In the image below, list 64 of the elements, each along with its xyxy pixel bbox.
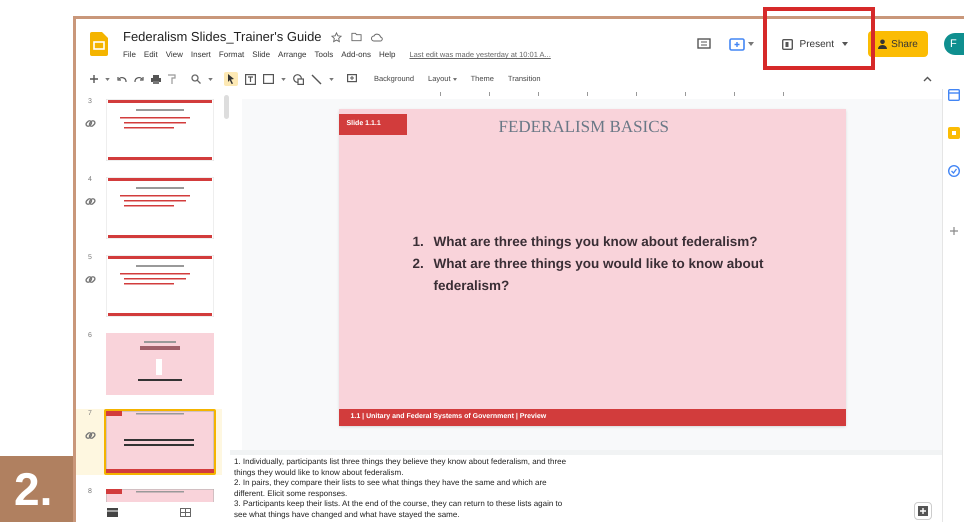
line-icon[interactable]	[311, 74, 322, 84]
list-number: 1.	[412, 233, 425, 252]
question-text: What are three things you would like to know about federalism?	[434, 255, 765, 296]
menu-item[interactable]: Slide	[252, 48, 270, 61]
question-text: What are three things you know about federalism?	[434, 233, 758, 252]
person-icon	[878, 39, 888, 49]
avatar[interactable]: F	[944, 33, 964, 55]
caret-icon[interactable]	[748, 42, 754, 46]
caret-icon[interactable]	[842, 42, 848, 46]
menu-item[interactable]: Arrange	[278, 48, 307, 61]
filmstrip-view-icon[interactable]	[107, 508, 118, 516]
menu-item[interactable]: Format	[218, 48, 244, 61]
select-cursor-icon[interactable]	[224, 72, 238, 86]
link-icon[interactable]	[84, 430, 96, 440]
speaker-note: 2. In pairs, they compare their lists to see what things they have the same and which are different. Elicit some responses.	[234, 478, 548, 499]
add-icon[interactable]	[950, 227, 958, 235]
comment-icon[interactable]	[696, 38, 711, 50]
image-icon[interactable]	[263, 74, 274, 84]
slide-thumbnail[interactable]	[106, 333, 214, 395]
undo-icon[interactable]	[117, 76, 127, 82]
menu-item[interactable]: Edit	[144, 48, 158, 61]
slide-thumbnail[interactable]	[106, 411, 214, 473]
cloud-icon[interactable]	[370, 32, 383, 42]
caret-icon[interactable]	[329, 78, 334, 80]
comment-add-icon[interactable]	[347, 74, 357, 84]
slide-title: FEDERALISM BASICS	[498, 116, 670, 138]
paint-format-icon[interactable]	[168, 74, 176, 84]
star-icon[interactable]	[330, 32, 342, 42]
slide-canvas[interactable]	[338, 109, 846, 426]
list-number: 2.	[412, 255, 425, 274]
link-icon[interactable]	[84, 196, 96, 206]
caret-icon[interactable]	[105, 78, 110, 80]
folder-icon[interactable]	[350, 32, 362, 42]
print-icon[interactable]	[151, 74, 161, 84]
shape-icon[interactable]	[293, 74, 304, 84]
present-icon	[782, 38, 793, 50]
menu-item[interactable]: Help	[379, 48, 396, 61]
menu-item[interactable]: File	[123, 48, 136, 61]
step-label: 2.	[0, 456, 73, 522]
present-button[interactable]: Present	[782, 36, 834, 52]
redo-icon[interactable]	[134, 76, 144, 82]
caret-icon[interactable]	[208, 78, 213, 80]
calendar-icon[interactable]	[948, 89, 960, 101]
scrollbar[interactable]	[224, 95, 228, 119]
menu-item[interactable]: View	[166, 48, 183, 61]
plus-box-icon	[918, 506, 928, 516]
grid-view-icon[interactable]	[180, 508, 191, 516]
document-title[interactable]: Federalism Slides_Trainer's Guide	[123, 27, 322, 47]
caret-icon[interactable]	[281, 78, 286, 80]
new-slide-icon[interactable]	[90, 75, 98, 83]
tasks-icon[interactable]	[948, 165, 960, 177]
notes-action-button[interactable]	[914, 502, 932, 520]
menu-item[interactable]: Tools	[314, 48, 334, 61]
menu-item[interactable]: Add-ons	[341, 48, 371, 61]
link-icon[interactable]	[84, 118, 96, 128]
link-icon[interactable]	[84, 274, 96, 284]
speaker-note: 3. Participants keep their lists. At the end of the course, they can return to these lists again to see what things have changed and what have stayed the same.	[234, 499, 564, 520]
text-box-icon[interactable]	[245, 74, 256, 84]
share-button[interactable]: Share	[868, 31, 928, 57]
speaker-note: 1. Individually, participants list three things they believe they know about federalism, and three things they would like to know about federalism.	[234, 457, 568, 478]
collapse-icon[interactable]	[923, 76, 932, 82]
add-video-icon[interactable]	[728, 38, 745, 50]
zoom-icon[interactable]	[191, 74, 201, 84]
menu-item[interactable]: Insert	[190, 48, 211, 61]
